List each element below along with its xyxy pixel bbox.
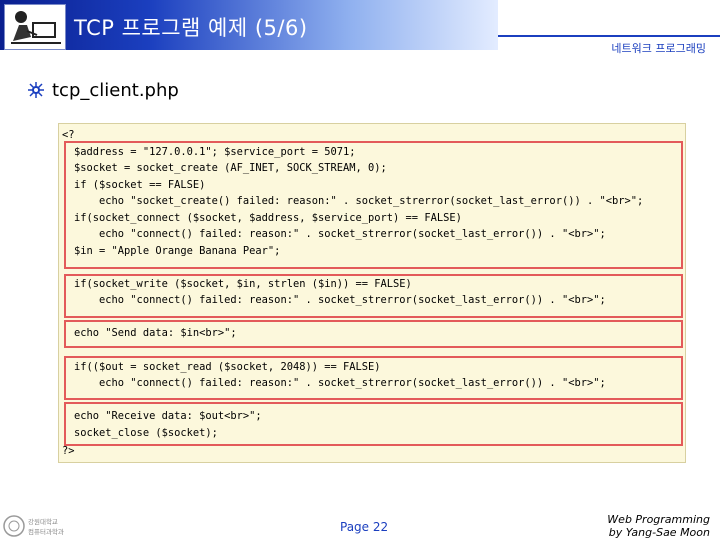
- code-line: $address = "127.0.0.1"; $service_port = …: [74, 146, 356, 158]
- slide-subtitle: tcp_client.php: [52, 80, 179, 101]
- code-line: echo "socket_create() failed: reason:" .…: [74, 195, 644, 207]
- logo-text-top: 강원대학교: [28, 517, 58, 526]
- code-line: echo "connect() failed: reason:" . socke…: [74, 377, 606, 389]
- page-number: Page 22: [340, 520, 389, 534]
- code-line: echo "connect() failed: reason:" . socke…: [74, 228, 606, 240]
- university-logo: 강원대학교 컴퓨터과학과: [2, 513, 70, 539]
- credit-course: Web Programming: [607, 513, 710, 526]
- code-line: echo "Receive data: $out<br>";: [74, 410, 262, 422]
- code-line: if ($socket == FALSE): [74, 179, 206, 191]
- course-label: 네트워크 프로그래밍: [611, 42, 706, 55]
- code-line: echo "connect() failed: reason:" . socke…: [74, 294, 606, 306]
- title-bar: TCP 프로그램 예제 (5/6): [0, 0, 498, 50]
- code-line: if(socket_write ($socket, $in, strlen ($…: [74, 278, 412, 290]
- code-line: if(socket_connect ($socket, $address, $s…: [74, 212, 462, 224]
- code-line: echo "Send data: $in<br>";: [74, 327, 237, 339]
- code-line: socket_close ($socket);: [74, 427, 218, 439]
- code-line: ?>: [62, 445, 75, 457]
- credit-author: by Yang-Sae Moon: [608, 526, 710, 539]
- slide-title: TCP 프로그램 예제 (5/6): [74, 16, 308, 40]
- header-divider: [498, 35, 720, 37]
- logo-text-bottom: 컴퓨터과학과: [28, 527, 64, 536]
- code-line: <?: [62, 129, 75, 141]
- footer-credit: Web Programming by Yang-Sae Moon: [607, 513, 710, 539]
- gear-bullet-icon: [28, 82, 44, 98]
- code-line: $in = "Apple Orange Banana Pear";: [74, 245, 281, 257]
- person-at-computer-icon: [4, 4, 66, 50]
- code-line: if(($out = socket_read ($socket, 2048)) …: [74, 361, 381, 373]
- code-line: $socket = socket_create (AF_INET, SOCK_S…: [74, 162, 387, 174]
